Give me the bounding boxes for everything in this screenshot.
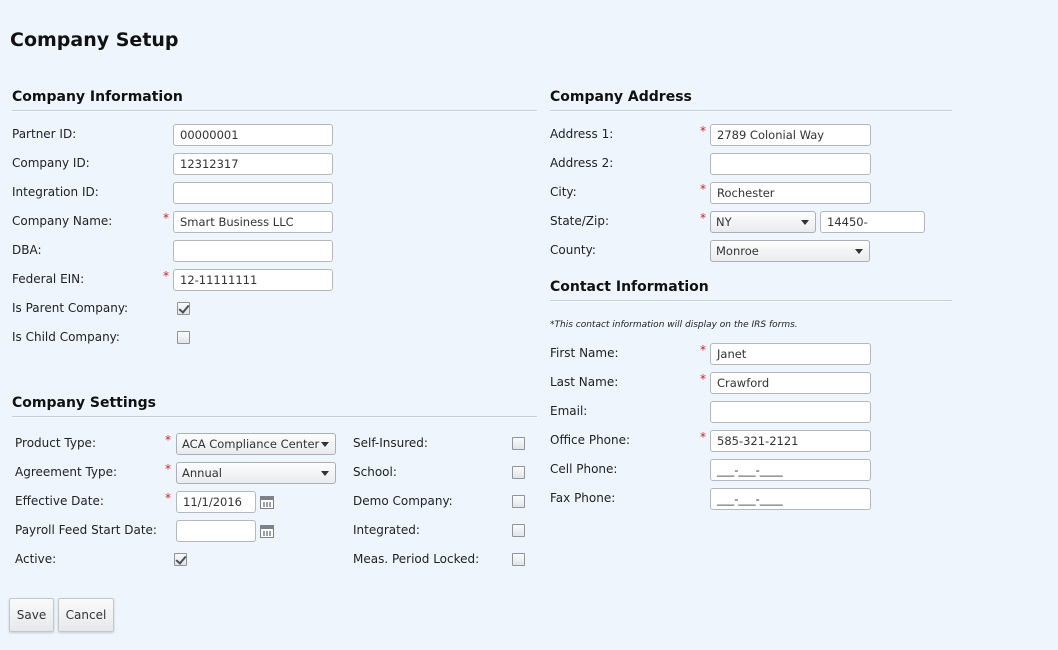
contact-info-heading: Contact Information <box>550 279 709 295</box>
state-select[interactable]: NY <box>710 211 816 233</box>
integrated-checkbox[interactable] <box>512 524 525 537</box>
office-phone-input[interactable]: 585-321-2121 <box>710 430 871 452</box>
demo-company-checkbox[interactable] <box>512 495 525 508</box>
meas-period-locked-checkbox[interactable] <box>512 553 525 566</box>
page-title: Company Setup <box>10 29 179 51</box>
required-marker: * <box>700 372 706 386</box>
dba-input[interactable] <box>173 240 333 262</box>
zip-input[interactable]: 14450- <box>820 211 925 233</box>
county-label: County: <box>550 243 596 257</box>
section-divider <box>550 110 952 112</box>
required-marker: * <box>165 462 171 476</box>
required-marker: * <box>165 433 171 447</box>
address1-input[interactable]: 2789 Colonial Way <box>710 124 871 146</box>
federal-ein-label: Federal EIN: <box>12 272 85 286</box>
product-type-select[interactable]: ACA Compliance Center <box>176 433 336 455</box>
cell-phone-label: Cell Phone: <box>550 462 618 476</box>
company-address-heading: Company Address <box>550 89 692 105</box>
address1-label: Address 1: <box>550 127 614 141</box>
required-marker: * <box>700 430 706 444</box>
federal-ein-input[interactable]: 12-11111111 <box>173 269 333 291</box>
required-marker: * <box>700 124 706 138</box>
calendar-icon[interactable] <box>260 525 274 538</box>
section-divider <box>12 110 537 112</box>
required-marker: * <box>163 211 169 225</box>
company-id-input[interactable]: 12312317 <box>173 153 333 175</box>
payroll-feed-start-label: Payroll Feed Start Date: <box>15 523 157 537</box>
is-parent-label: Is Parent Company: <box>12 301 129 315</box>
cancel-button[interactable]: Cancel <box>58 598 114 632</box>
required-marker: * <box>700 182 706 196</box>
last-name-input[interactable]: Crawford <box>710 372 871 394</box>
integrated-label: Integrated: <box>353 523 420 537</box>
company-id-label: Company ID: <box>12 156 90 170</box>
address2-label: Address 2: <box>550 156 614 170</box>
cell-phone-input[interactable]: ___-___-____ <box>710 459 871 481</box>
save-button[interactable]: Save <box>9 598 54 632</box>
first-name-input[interactable]: Janet <box>710 343 871 365</box>
agreement-type-select[interactable]: Annual <box>176 462 336 484</box>
active-checkbox[interactable] <box>174 553 187 566</box>
company-name-input[interactable]: Smart Business LLC <box>173 211 333 233</box>
state-zip-label: State/Zip: <box>550 214 610 228</box>
integration-id-input[interactable] <box>173 182 333 204</box>
city-label: City: <box>550 185 577 199</box>
last-name-label: Last Name: <box>550 375 619 389</box>
product-type-label: Product Type: <box>15 436 96 450</box>
required-marker: * <box>163 269 169 283</box>
active-label: Active: <box>15 552 57 566</box>
effective-date-label: Effective Date: <box>15 494 104 508</box>
is-child-label: Is Child Company: <box>12 330 120 344</box>
county-value: Monroe <box>716 244 759 258</box>
product-type-value: ACA Compliance Center <box>182 437 320 451</box>
required-marker: * <box>700 343 706 357</box>
effective-date-input[interactable]: 11/1/2016 <box>176 491 256 513</box>
company-name-label: Company Name: <box>12 214 113 228</box>
office-phone-label: Office Phone: <box>550 433 631 447</box>
payroll-feed-start-input[interactable] <box>176 520 256 542</box>
county-select[interactable]: Monroe <box>710 240 870 262</box>
fax-phone-label: Fax Phone: <box>550 491 616 505</box>
first-name-label: First Name: <box>550 346 619 360</box>
chevron-down-icon <box>321 442 329 447</box>
email-label: Email: <box>550 404 588 418</box>
required-marker: * <box>165 491 171 505</box>
demo-company-label: Demo Company: <box>353 494 453 508</box>
agreement-type-value: Annual <box>182 466 222 480</box>
school-label: School: <box>353 465 397 479</box>
company-info-heading: Company Information <box>12 89 183 105</box>
integration-id-label: Integration ID: <box>12 185 99 199</box>
calendar-icon[interactable] <box>260 496 274 509</box>
chevron-down-icon <box>855 249 863 254</box>
partner-id-input[interactable]: 00000001 <box>173 124 333 146</box>
city-input[interactable]: Rochester <box>710 182 871 204</box>
company-settings-heading: Company Settings <box>12 395 156 411</box>
is-parent-checkbox[interactable] <box>177 302 190 315</box>
email-input[interactable] <box>710 401 871 423</box>
self-insured-label: Self-Insured: <box>353 436 428 450</box>
section-divider <box>550 300 952 302</box>
state-value: NY <box>716 215 732 229</box>
agreement-type-label: Agreement Type: <box>15 465 118 479</box>
section-divider <box>12 416 537 418</box>
chevron-down-icon <box>321 471 329 476</box>
self-insured-checkbox[interactable] <box>512 437 525 450</box>
dba-label: DBA: <box>12 243 42 257</box>
meas-period-locked-label: Meas. Period Locked: <box>353 552 480 566</box>
school-checkbox[interactable] <box>512 466 525 479</box>
irs-note: *This contact information will display o… <box>550 320 798 330</box>
is-child-checkbox[interactable] <box>177 331 190 344</box>
partner-id-label: Partner ID: <box>12 127 77 141</box>
fax-phone-input[interactable]: ___-___-____ <box>710 488 871 510</box>
address2-input[interactable] <box>710 153 871 175</box>
chevron-down-icon <box>801 220 809 225</box>
required-marker: * <box>700 211 706 225</box>
